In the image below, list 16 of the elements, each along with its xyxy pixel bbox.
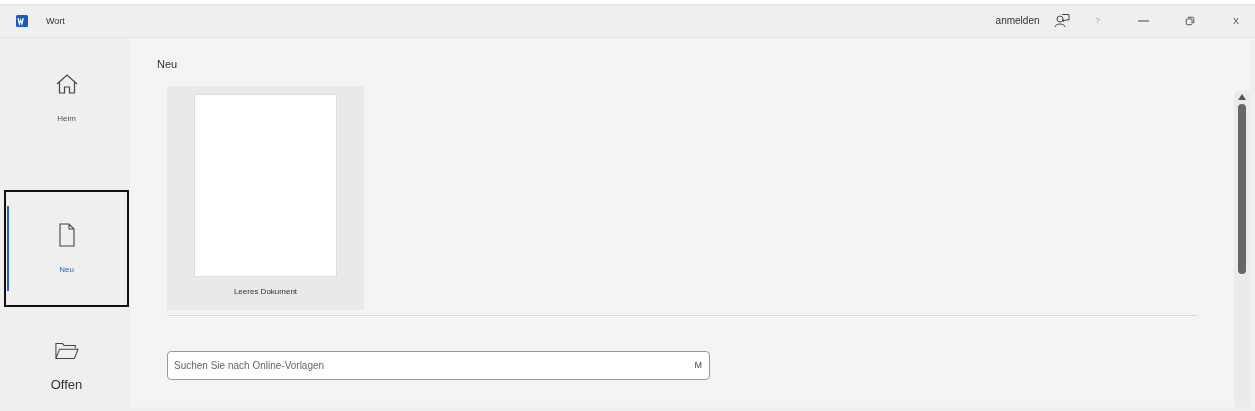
- scrollbar[interactable]: [1234, 90, 1250, 407]
- template-card[interactable]: Leeres Dokument: [167, 86, 364, 310]
- nav-item[interactable]: Heim: [4, 72, 129, 158]
- section-heading: Neu: [157, 58, 179, 70]
- nav-item[interactable]: Neu: [4, 190, 129, 307]
- app-logo-icon: [16, 14, 28, 27]
- sign-in-button[interactable]: anmelden: [995, 15, 1040, 27]
- restore-icon[interactable]: [1185, 15, 1195, 26]
- shortcut-key: M: [694, 360, 702, 370]
- template-label: Leeres Dokument: [233, 287, 298, 296]
- window-title: Wort: [46, 15, 65, 26]
- home-icon: [54, 72, 79, 96]
- person-feedback-icon[interactable]: [1053, 12, 1070, 29]
- nav-item[interactable]: Offen: [4, 307, 129, 407]
- scroll-up-icon[interactable]: [1238, 94, 1246, 100]
- close-button[interactable]: X: [1233, 15, 1239, 26]
